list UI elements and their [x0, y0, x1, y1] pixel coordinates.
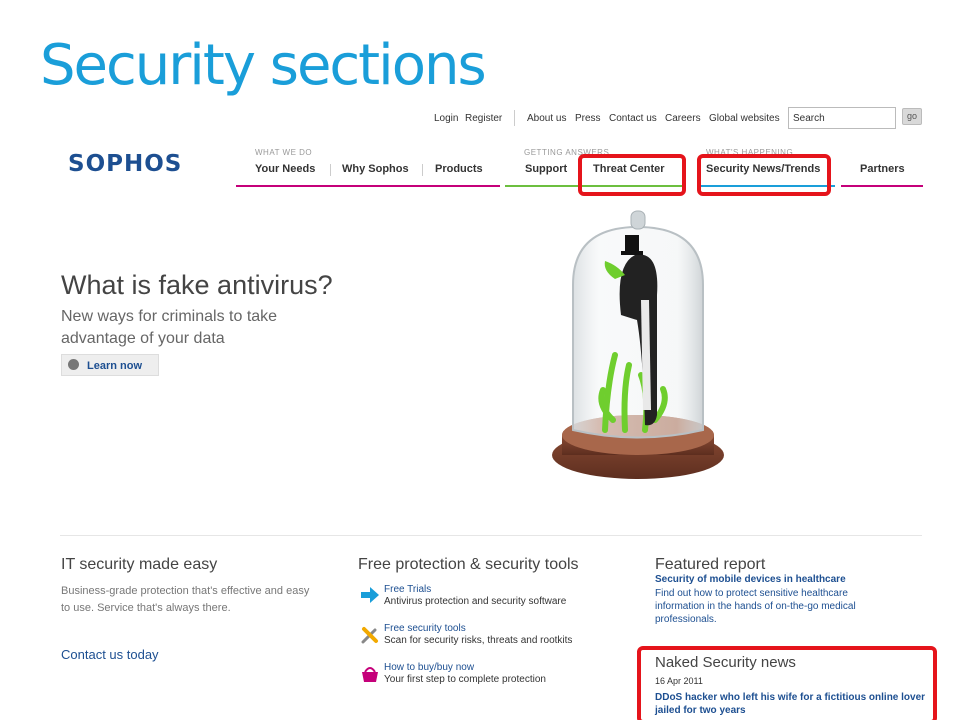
register-link[interactable]: Register [465, 113, 502, 124]
tool-desc: Your first step to complete protection [384, 674, 546, 685]
about-us-link[interactable]: About us [527, 113, 566, 124]
contact-us-today-link[interactable]: Contact us today [61, 647, 159, 662]
global-websites-link[interactable]: Global websites [709, 113, 780, 124]
it-security-text: Business-grade protection that's effecti… [61, 585, 310, 614]
login-link[interactable]: Login [434, 113, 458, 124]
press-link[interactable]: Press [575, 113, 601, 124]
tool-title: Free security tools [384, 623, 466, 634]
tools-icon [361, 627, 378, 644]
featured-report-description: Find out how to protect sensitive health… [655, 588, 856, 625]
content-divider [60, 535, 922, 536]
utility-divider [514, 110, 515, 126]
basket-icon [362, 667, 378, 682]
nav-bar-what-we-do [236, 185, 500, 187]
go-button[interactable]: go [902, 108, 922, 125]
tool-desc: Scan for security risks, threats and roo… [384, 635, 573, 646]
slide-title: Security sections [40, 33, 487, 98]
nav-bar-partners [841, 185, 923, 187]
tool-title: How to buy/buy now [384, 662, 475, 673]
nav-group-what-we-do: WHAT WE DO [255, 148, 313, 157]
hero-title: What is fake antivirus? [61, 270, 333, 300]
naked-security-heading: Naked Security news [655, 654, 796, 671]
featured-report-heading: Featured report [655, 556, 766, 573]
nav-divider [330, 164, 331, 176]
search-input[interactable]: Search [788, 107, 896, 129]
sophos-logo[interactable]: SOPHOS [68, 151, 182, 177]
nav-why-sophos[interactable]: Why Sophos [342, 163, 409, 175]
learn-now-label: Learn now [87, 360, 143, 372]
nav-your-needs[interactable]: Your Needs [255, 163, 315, 175]
featured-report-title-link[interactable]: Security of mobile devices in healthcare [655, 574, 846, 585]
learn-now-button[interactable]: Learn now [61, 354, 159, 376]
news-article-link[interactable]: DDoS hacker who left his wife for a fict… [655, 691, 930, 717]
tool-desc: Antivirus protection and security softwa… [384, 596, 567, 607]
tool-title: Free Trials [384, 584, 432, 595]
tool-item-how-to-buy[interactable]: How to buy/buy now Your first step to co… [358, 662, 618, 688]
threat-center-highlight [578, 154, 686, 196]
learn-arrow-icon [68, 359, 79, 370]
careers-link[interactable]: Careers [665, 113, 701, 124]
nav-products[interactable]: Products [435, 163, 483, 175]
arrow-right-icon [361, 587, 379, 603]
contact-us-link[interactable]: Contact us [609, 113, 657, 124]
hero-subtitle: New ways for criminals to take advantage… [61, 308, 278, 347]
security-news-highlight [697, 154, 831, 196]
tool-item-free-security-tools[interactable]: Free security tools Scan for security ri… [358, 623, 618, 649]
nav-support[interactable]: Support [525, 163, 567, 175]
tool-item-free-trials[interactable]: Free Trials Antivirus protection and sec… [358, 584, 618, 610]
nav-partners[interactable]: Partners [860, 163, 905, 175]
nav-divider [422, 164, 423, 176]
it-security-heading: IT security made easy [61, 556, 218, 573]
bell-jar-illustration [552, 210, 724, 479]
free-tools-heading: Free protection & security tools [358, 556, 579, 573]
news-date: 16 Apr 2011 [655, 676, 703, 686]
